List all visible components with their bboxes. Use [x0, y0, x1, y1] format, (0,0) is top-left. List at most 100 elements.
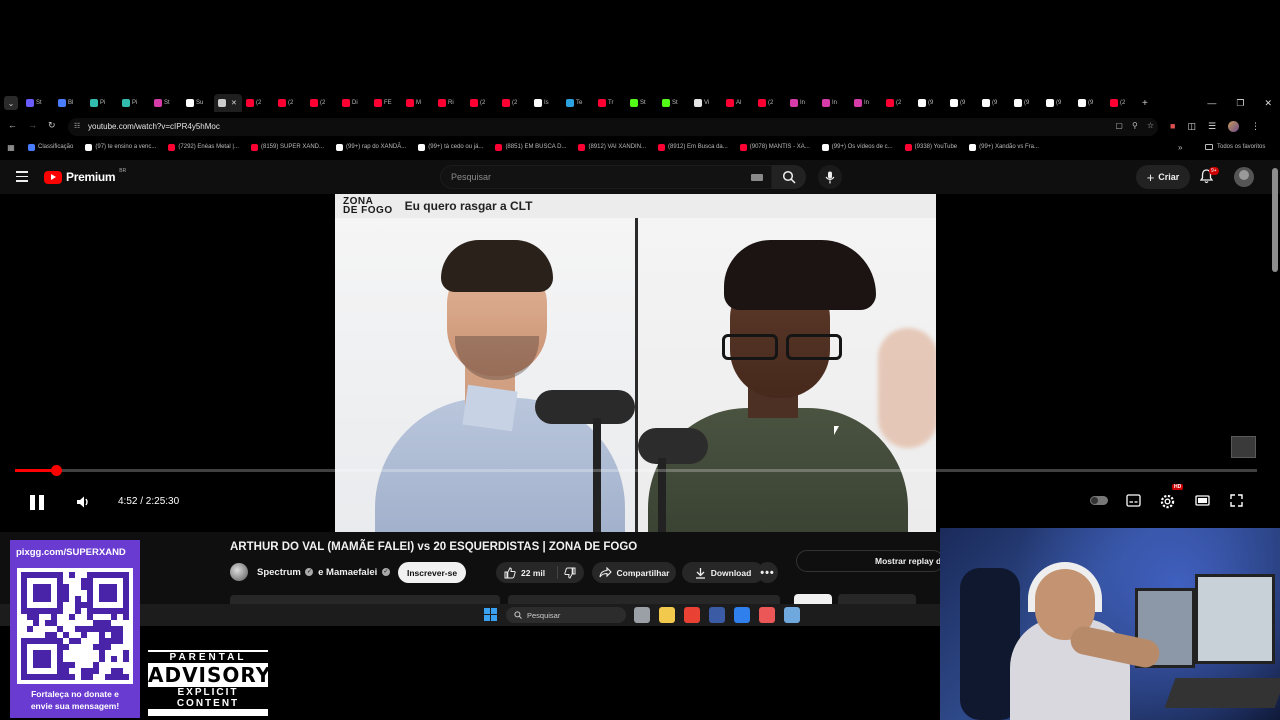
settings-gear-icon[interactable] [1160, 494, 1175, 509]
browser-tab[interactable]: (2 [498, 94, 530, 112]
browser-tab[interactable]: M [402, 94, 434, 112]
volume-icon[interactable] [76, 495, 91, 509]
new-tab-button[interactable]: + [1142, 98, 1148, 109]
maximize-icon[interactable]: ❐ [1236, 98, 1244, 109]
video-player[interactable]: ZONA DE FOGO Eu quero rasgar a CLT 4:52 … [0, 194, 1272, 532]
browser-tab[interactable]: In [818, 94, 850, 112]
taskbar-app-chrome-icon[interactable] [684, 607, 700, 623]
bookmark-item[interactable]: (99+) Xandão vs Fra... [963, 143, 1045, 151]
youtube-logo[interactable]: Premium BR [44, 168, 126, 184]
browser-menu-icon[interactable]: ⋮ [1251, 121, 1260, 132]
forward-icon[interactable]: → [28, 120, 37, 130]
browser-tab[interactable]: In [850, 94, 882, 112]
channel-avatar[interactable] [230, 563, 248, 581]
taskbar-app-task-view-icon[interactable] [634, 607, 650, 623]
comment-box[interactable] [508, 595, 780, 604]
dislike-button[interactable] [558, 567, 576, 579]
bookmark-item[interactable]: (8912) VAI XANDIN... [572, 143, 652, 151]
bookmark-item[interactable]: (8912) Em Busca da... [652, 143, 734, 151]
extension-red-icon[interactable]: ■ [1170, 121, 1175, 132]
more-actions-button[interactable]: ••• [757, 562, 778, 583]
browser-tab[interactable]: In [786, 94, 818, 112]
subtitles-icon[interactable] [1126, 494, 1141, 507]
download-button[interactable]: Download [682, 562, 764, 583]
bookmark-item[interactable]: Classificação [22, 143, 79, 151]
autoplay-toggle[interactable] [1090, 496, 1108, 505]
media-controls-icon[interactable]: ☰ [1208, 121, 1216, 132]
browser-tab[interactable]: FE [370, 94, 402, 112]
browser-tab[interactable]: Ri [434, 94, 466, 112]
browser-tab[interactable]: St [150, 94, 182, 112]
browser-tab[interactable]: Te [562, 94, 594, 112]
taskbar-search[interactable]: Pesquisar [506, 607, 626, 623]
taskbar-app-app-blue-icon[interactable] [734, 607, 750, 623]
minimize-icon[interactable]: — [1207, 98, 1216, 108]
share-button[interactable]: Compartilhar [592, 562, 676, 583]
browser-tab[interactable]: Di [338, 94, 370, 112]
back-icon[interactable]: ← [8, 120, 17, 130]
tab-search-button[interactable]: ⌄ [4, 96, 18, 110]
page-scrollbar[interactable] [1272, 168, 1278, 272]
browser-tab[interactable]: (9 [1074, 94, 1106, 112]
channel-watermark[interactable] [1231, 436, 1256, 458]
browser-tab[interactable]: St [626, 94, 658, 112]
bookmark-item[interactable]: (7292) Enéas Metal |... [162, 143, 245, 151]
bookmark-item[interactable]: (97) te ensino a venc... [79, 143, 162, 151]
browser-tab[interactable]: Pi [118, 94, 150, 112]
close-window-icon[interactable]: ✕ [1264, 98, 1272, 109]
theater-mode-icon[interactable] [1195, 494, 1210, 507]
browser-tab[interactable]: (9 [914, 94, 946, 112]
bookmark-star-icon[interactable]: ☆ [1147, 121, 1154, 130]
bookmark-item[interactable]: (8851) EM BUSCA D... [489, 143, 572, 151]
site-info-icon[interactable]: ☷ [74, 122, 80, 130]
progress-bar[interactable] [15, 465, 1257, 476]
description-box[interactable] [230, 595, 500, 604]
account-avatar[interactable] [1234, 167, 1254, 187]
tab-close-icon[interactable]: ✕ [231, 99, 237, 107]
channel-name-mamaefalei[interactable]: Mamaefalei [326, 567, 377, 578]
browser-tab[interactable]: Pi [86, 94, 118, 112]
bookmark-item[interactable]: (99+) rap do XANDÃ... [330, 143, 412, 151]
profile-avatar[interactable] [1228, 121, 1240, 132]
browser-tab[interactable]: (9 [1042, 94, 1074, 112]
browser-tab[interactable]: ✕ [214, 94, 242, 112]
cast-icon[interactable]: ▢ [1115, 121, 1123, 130]
browser-tab[interactable]: Is [530, 94, 562, 112]
browser-tab[interactable]: St [22, 94, 54, 112]
browser-tab[interactable]: (2 [1106, 94, 1138, 112]
browser-tab[interactable]: (2 [242, 94, 274, 112]
browser-tab[interactable]: Tr [594, 94, 626, 112]
bookmark-item[interactable]: (9078) MANTIS - XA... [734, 143, 816, 151]
fullscreen-icon[interactable] [1230, 494, 1243, 507]
apps-grid-icon[interactable]: ▦ [0, 143, 22, 152]
search-button[interactable] [772, 165, 806, 189]
like-button[interactable]: 22 mil [496, 566, 558, 579]
bookmark-item[interactable]: (8159) SUPER XAND... [245, 143, 330, 151]
browser-tab[interactable]: Bl [54, 94, 86, 112]
bookmark-item[interactable]: (99+) Os vídeos de c... [816, 143, 899, 151]
browser-tab[interactable]: (9 [978, 94, 1010, 112]
menu-hamburger-icon[interactable] [16, 171, 28, 185]
channel-name-spectrum[interactable]: Spectrum [257, 567, 301, 578]
browser-tab[interactable]: Su [182, 94, 214, 112]
browser-tab[interactable]: (9 [946, 94, 978, 112]
browser-tab[interactable]: Vi [690, 94, 722, 112]
all-bookmarks-folder[interactable]: Todos os favoritos [1205, 140, 1265, 154]
browser-tab[interactable]: (2 [882, 94, 914, 112]
show-chat-replay-button[interactable]: Mostrar replay do [796, 550, 944, 572]
browser-tab[interactable]: (2 [306, 94, 338, 112]
browser-tab[interactable]: (2 [466, 94, 498, 112]
taskbar-app-app-red-icon[interactable] [759, 607, 775, 623]
browser-tab[interactable]: Al [722, 94, 754, 112]
zoom-icon[interactable]: ⚲ [1132, 121, 1138, 130]
taskbar-app-steam-icon[interactable] [709, 607, 725, 623]
browser-tab[interactable]: (2 [274, 94, 306, 112]
browser-tab[interactable]: St [658, 94, 690, 112]
extensions-puzzle-icon[interactable]: ◫ [1187, 121, 1196, 132]
bookmark-item[interactable]: (9338) YouTube [899, 143, 963, 151]
taskbar-app-file-explorer-icon[interactable] [659, 607, 675, 623]
bookmark-item[interactable]: (99+) tá cedo ou já... [412, 143, 489, 151]
browser-tab[interactable]: (2 [754, 94, 786, 112]
omnibox[interactable]: ☷ youtube.com/watch?v=cIPR4y5hMoc ▢ ⚲ ☆ [68, 118, 1158, 136]
more-bookmarks-icon[interactable]: » [1178, 140, 1182, 154]
